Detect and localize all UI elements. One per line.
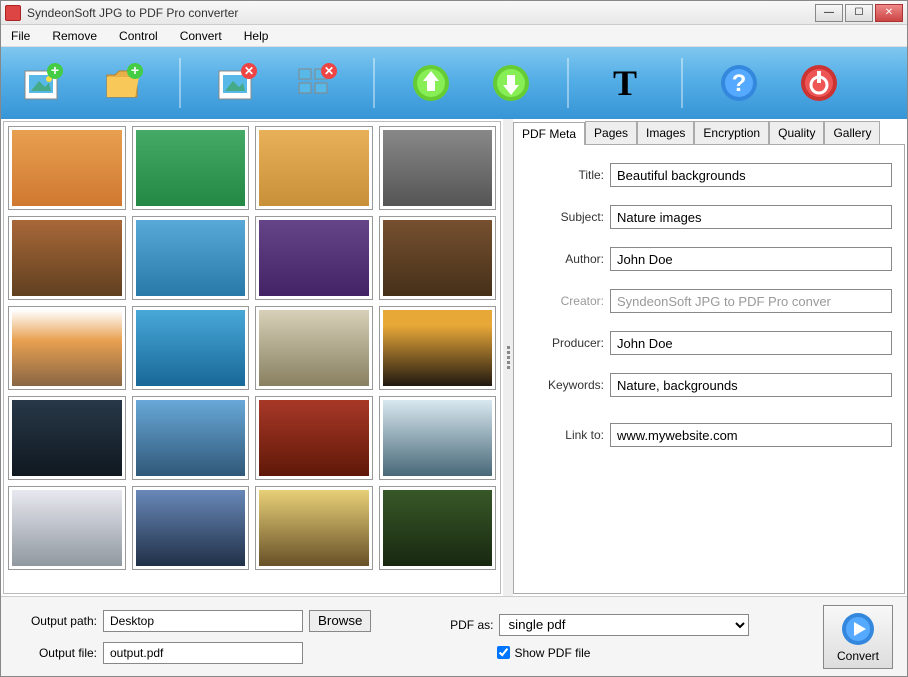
thumbnail[interactable] [132,306,250,390]
thumbnail[interactable] [132,486,250,570]
author-input[interactable] [610,247,892,271]
app-icon [5,5,21,21]
thumbnail[interactable] [132,216,250,300]
show-pdf-checkbox[interactable] [497,646,510,659]
minimize-button[interactable]: — [815,4,843,22]
thumbnail[interactable] [379,216,497,300]
remove-all-icon: ✕ [295,61,339,105]
add-image-icon: + [21,61,65,105]
output-path-label: Output path: [15,614,97,628]
thumbnail[interactable] [255,306,373,390]
play-icon [840,611,876,647]
maximize-button[interactable]: ☐ [845,4,873,22]
output-file-label: Output file: [15,646,97,660]
menubar: File Remove Control Convert Help [1,25,907,47]
author-label: Author: [526,252,604,266]
pdfas-label: PDF as: [439,618,493,632]
thumbnail[interactable] [8,126,126,210]
svg-text:+: + [131,62,139,78]
output-path-input[interactable] [103,610,303,632]
toolbar-divider [567,58,569,108]
menu-file[interactable]: File [7,27,34,45]
bottom-panel: Output path: Browse Output file: PDF as:… [1,596,907,676]
subject-label: Subject: [526,210,604,224]
tab-quality[interactable]: Quality [769,121,824,144]
output-file-input[interactable] [103,642,303,664]
svg-text:T: T [613,63,637,103]
add-image-button[interactable]: + [19,59,67,107]
power-button[interactable] [795,59,843,107]
browse-button[interactable]: Browse [309,610,371,632]
toolbar-divider [179,58,181,108]
add-folder-button[interactable]: + [99,59,147,107]
toolbar-divider [681,58,683,108]
linkto-input[interactable] [610,423,892,447]
toolbar: + + ✕ ✕ T ? [1,47,907,119]
remove-image-icon: ✕ [215,61,259,105]
remove-image-button[interactable]: ✕ [213,59,261,107]
text-icon: T [603,61,647,105]
producer-input[interactable] [610,331,892,355]
title-label: Title: [526,168,604,182]
thumbnail[interactable] [379,306,497,390]
thumbnail[interactable] [379,486,497,570]
arrow-down-icon [489,61,533,105]
move-up-button[interactable] [407,59,455,107]
tab-images[interactable]: Images [637,121,694,144]
convert-button[interactable]: Convert [823,605,893,669]
toolbar-divider [373,58,375,108]
thumbnail[interactable] [8,486,126,570]
splitter[interactable] [503,119,513,596]
window-title: SyndeonSoft JPG to PDF Pro converter [27,6,815,20]
thumbnail[interactable] [8,396,126,480]
close-button[interactable]: ✕ [875,4,903,22]
show-pdf-label: Show PDF file [514,646,590,660]
add-folder-icon: + [101,61,145,105]
subject-input[interactable] [610,205,892,229]
svg-text:?: ? [732,70,747,97]
menu-remove[interactable]: Remove [48,27,101,45]
tabs: PDF Meta Pages Images Encryption Quality… [513,121,905,145]
svg-text:+: + [51,62,59,78]
thumbnail[interactable] [255,126,373,210]
svg-text:✕: ✕ [244,64,254,78]
tab-gallery[interactable]: Gallery [824,121,880,144]
remove-all-button[interactable]: ✕ [293,59,341,107]
thumbnail[interactable] [379,126,497,210]
producer-label: Producer: [526,336,604,350]
thumbnail[interactable] [255,216,373,300]
pdfas-select[interactable]: single pdf [499,614,749,636]
help-button[interactable]: ? [715,59,763,107]
menu-control[interactable]: Control [115,27,162,45]
creator-label: Creator: [526,294,604,308]
thumbnail[interactable] [132,126,250,210]
keywords-label: Keywords: [526,378,604,392]
creator-input [610,289,892,313]
tab-encryption[interactable]: Encryption [694,121,769,144]
thumbnail[interactable] [255,396,373,480]
svg-text:✕: ✕ [324,64,334,78]
thumbnail[interactable] [255,486,373,570]
move-down-button[interactable] [487,59,535,107]
tab-pages[interactable]: Pages [585,121,637,144]
thumbnail[interactable] [379,396,497,480]
tab-pdf-meta[interactable]: PDF Meta [513,122,585,145]
linkto-label: Link to: [526,428,604,442]
thumbnail[interactable] [132,396,250,480]
title-input[interactable] [610,163,892,187]
pdf-meta-form: Title: Subject: Author: Creator: Produce… [513,145,905,594]
menu-convert[interactable]: Convert [176,27,226,45]
thumbnail[interactable] [8,216,126,300]
power-icon [797,61,841,105]
menu-help[interactable]: Help [240,27,273,45]
keywords-input[interactable] [610,373,892,397]
titlebar: SyndeonSoft JPG to PDF Pro converter — ☐… [1,1,907,25]
image-gallery[interactable] [3,121,501,594]
arrow-up-icon [409,61,453,105]
text-button[interactable]: T [601,59,649,107]
thumbnail[interactable] [8,306,126,390]
help-icon: ? [717,61,761,105]
